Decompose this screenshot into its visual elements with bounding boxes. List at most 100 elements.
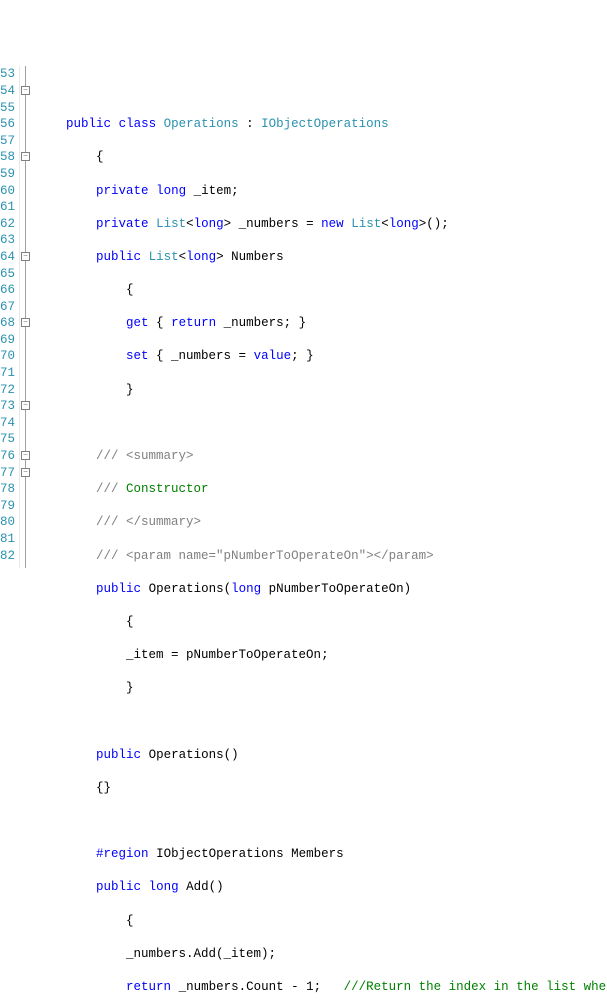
code-area[interactable]: public class Operations : IObjectOperati…	[32, 66, 607, 568]
line-number: 65	[0, 266, 15, 283]
code-line: /// </summary>	[36, 514, 607, 531]
fold-toggle-icon[interactable]: −	[21, 451, 30, 460]
angle: <	[381, 217, 389, 231]
line-number: 69	[0, 332, 15, 349]
brace: {	[96, 150, 104, 164]
keyword-region: #region	[96, 847, 149, 861]
line-number: 68	[0, 315, 15, 332]
keyword-private: private	[96, 184, 149, 198]
ctor-name: Operations	[149, 582, 224, 596]
code-line: {	[36, 149, 607, 166]
fold-column[interactable]: − − − − − − −	[20, 66, 32, 568]
brace: {	[149, 316, 172, 330]
keyword-value: value	[254, 349, 292, 363]
code-line: get { return _numbers; }	[36, 315, 607, 332]
code-line: /// <summary>	[36, 448, 607, 465]
xml-doc: /// </summary>	[96, 515, 201, 529]
code-line: {}	[36, 780, 607, 797]
line-number: 59	[0, 166, 15, 183]
get-body: _numbers; }	[216, 316, 306, 330]
set-body2: ; }	[291, 349, 314, 363]
line-number: 74	[0, 415, 15, 432]
fold-toggle-icon[interactable]: −	[21, 468, 30, 477]
param-name: pNumberToOperateOn)	[269, 582, 412, 596]
keyword-long: long	[186, 250, 216, 264]
line-number: 67	[0, 299, 15, 316]
line-number: 75	[0, 431, 15, 448]
brace: }	[126, 681, 134, 695]
empty-braces: {}	[96, 781, 111, 795]
fold-toggle-icon[interactable]: −	[21, 401, 30, 410]
code-line: /// Constructor	[36, 481, 607, 498]
code-line	[36, 813, 607, 830]
keyword-long: long	[389, 217, 419, 231]
field-numbers: _numbers =	[239, 217, 322, 231]
line-number: 73	[0, 398, 15, 415]
field-item: _item;	[194, 184, 239, 198]
line-number-gutter: 5354555657585960616263646566676869707172…	[0, 66, 20, 568]
line-number: 54	[0, 83, 15, 100]
line-number: 55	[0, 100, 15, 117]
keyword-public: public	[96, 582, 141, 596]
line-number: 70	[0, 348, 15, 365]
code-editor: 5354555657585960616263646566676869707172…	[0, 66, 607, 568]
code-line: _numbers.Add(_item);	[36, 946, 607, 963]
line-number: 66	[0, 282, 15, 299]
keyword-set: set	[126, 349, 149, 363]
line-number: 77	[0, 465, 15, 482]
keyword-new: new	[321, 217, 344, 231]
line-number: 61	[0, 199, 15, 216]
line-number: 71	[0, 365, 15, 382]
colon: :	[239, 117, 262, 131]
angle: <	[186, 217, 194, 231]
line-number: 56	[0, 116, 15, 133]
code-line: return _numbers.Count - 1; ///Return the…	[36, 979, 607, 996]
code-line: public List<long> Numbers	[36, 249, 607, 266]
fold-toggle-icon[interactable]: −	[21, 152, 30, 161]
keyword-long: long	[149, 880, 179, 894]
code-line: {	[36, 282, 607, 299]
code-line: public long Add()	[36, 879, 607, 896]
keyword-private: private	[96, 217, 149, 231]
fold-toggle-icon[interactable]: −	[21, 86, 30, 95]
code-line: _item = pNumberToOperateOn;	[36, 647, 607, 664]
code-line: public class Operations : IObjectOperati…	[36, 116, 607, 133]
brace: {	[126, 283, 134, 297]
type-list: List	[351, 217, 381, 231]
code-line	[36, 83, 607, 100]
type-operations: Operations	[164, 117, 239, 131]
set-body: { _numbers =	[149, 349, 254, 363]
keyword-public: public	[66, 117, 111, 131]
brace: {	[126, 615, 134, 629]
line-number: 72	[0, 382, 15, 399]
add-call: _numbers.Add(_item);	[126, 947, 276, 961]
return-expr: _numbers.Count - 1;	[179, 980, 344, 994]
keyword-long: long	[156, 184, 186, 198]
code-line	[36, 714, 607, 731]
line-number: 58	[0, 149, 15, 166]
property-numbers: Numbers	[231, 250, 284, 264]
line-number: 82	[0, 548, 15, 565]
type-list: List	[149, 250, 179, 264]
line-number: 79	[0, 498, 15, 515]
fold-toggle-icon[interactable]: −	[21, 318, 30, 327]
code-line: }	[36, 382, 607, 399]
keyword-return: return	[126, 980, 171, 994]
type-iobjectoperations: IObjectOperations	[261, 117, 389, 131]
line-number: 57	[0, 133, 15, 150]
xml-doc: ///	[96, 482, 126, 496]
angle: <	[179, 250, 187, 264]
method-add: Add()	[186, 880, 224, 894]
line-number: 81	[0, 531, 15, 548]
code-line: public Operations()	[36, 747, 607, 764]
line-number: 76	[0, 448, 15, 465]
keyword-long: long	[194, 217, 224, 231]
code-line: public Operations(long pNumberToOperateO…	[36, 581, 607, 598]
parens: ();	[426, 217, 449, 231]
code-line: set { _numbers = value; }	[36, 348, 607, 365]
fold-toggle-icon[interactable]: −	[21, 252, 30, 261]
keyword-public: public	[96, 250, 141, 264]
keyword-public: public	[96, 880, 141, 894]
code-line: /// <param name="pNumberToOperateOn"></p…	[36, 548, 607, 565]
xml-doc: /// <summary>	[96, 449, 194, 463]
